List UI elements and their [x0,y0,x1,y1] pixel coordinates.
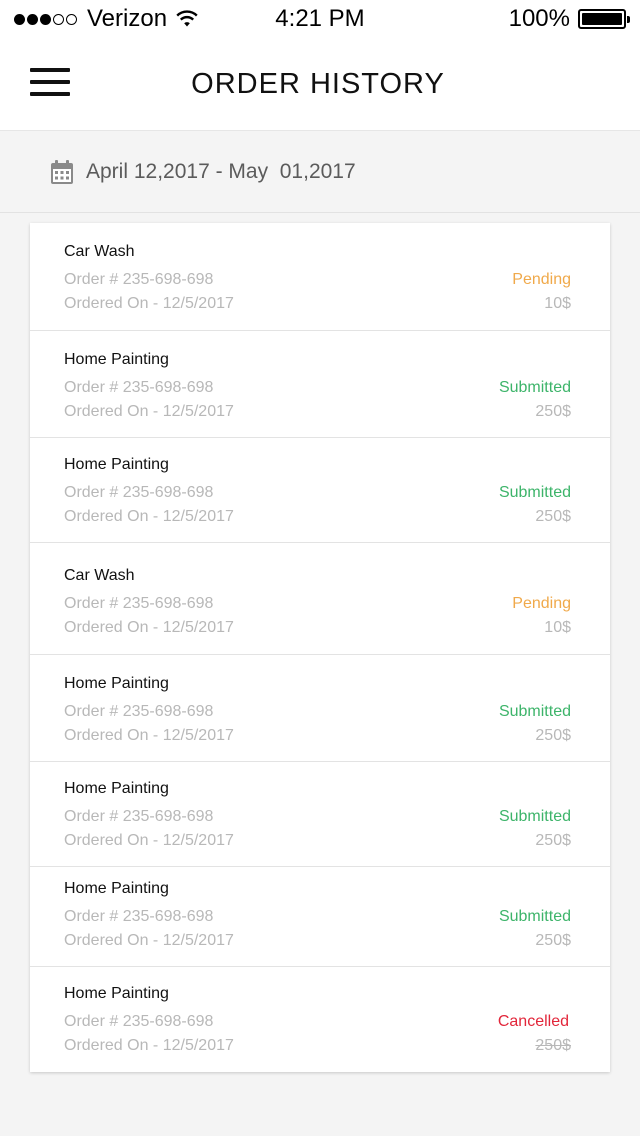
order-row[interactable]: Home Painting Order # 235-698-698 Ordere… [30,762,610,867]
order-date: Ordered On - 12/5/2017 [64,295,234,312]
date-range-text: April 12,2017 - May 01,2017 [86,160,356,183]
date-range-filter[interactable]: April 12,2017 - May 01,2017 [0,132,640,213]
order-price: 10$ [544,295,571,312]
calendar-icon [51,160,73,184]
order-service-name: Home Painting [64,456,169,473]
order-status: Submitted [498,379,571,396]
order-date: Ordered On - 12/5/2017 [64,403,234,420]
order-row[interactable]: Home Painting Order # 235-698-698 Ordere… [30,967,610,1072]
order-status: Pending [512,595,571,612]
order-date: Ordered On - 12/5/2017 [64,619,234,636]
order-price: 250$ [535,932,571,949]
order-row[interactable]: Car Wash Order # 235-698-698 Ordered On … [30,223,610,331]
order-service-name: Car Wash [64,567,135,584]
status-bar-right: 100% [508,5,630,33]
battery-icon [578,9,630,29]
order-number: Order # 235-698-698 [64,808,214,825]
battery-percentage: 100% [508,5,570,32]
order-date: Ordered On - 12/5/2017 [64,932,234,949]
order-price: 250$ [535,832,571,849]
order-list: Car Wash Order # 235-698-698 Ordered On … [30,223,610,1072]
order-status: Cancelled [497,1013,569,1030]
order-status: Submitted [498,808,571,825]
app-header: ORDER HISTORY [0,40,640,131]
order-price: 250$ [535,508,571,525]
order-row[interactable]: Home Painting Order # 235-698-698 Ordere… [30,655,610,762]
order-number: Order # 235-698-698 [64,379,214,396]
order-number: Order # 235-698-698 [64,1013,214,1030]
order-price: 250$ [535,1037,571,1054]
order-service-name: Home Painting [64,351,169,368]
order-number: Order # 235-698-698 [64,595,214,612]
order-row[interactable]: Home Painting Order # 235-698-698 Ordere… [30,867,610,967]
order-date: Ordered On - 12/5/2017 [64,832,234,849]
order-number: Order # 235-698-698 [64,703,214,720]
order-price: 250$ [535,403,571,420]
order-service-name: Home Painting [64,675,169,692]
order-row[interactable]: Home Painting Order # 235-698-698 Ordere… [30,331,610,438]
order-status: Submitted [498,703,571,720]
order-number: Order # 235-698-698 [64,484,214,501]
order-service-name: Car Wash [64,243,135,260]
order-price: 10$ [544,619,571,636]
order-status: Submitted [498,484,571,501]
order-status: Pending [512,271,571,288]
page-title: ORDER HISTORY [191,68,445,100]
order-service-name: Home Painting [64,880,169,897]
order-date: Ordered On - 12/5/2017 [64,508,234,525]
order-service-name: Home Painting [64,780,169,797]
order-price: 250$ [535,727,571,744]
order-row[interactable]: Home Painting Order # 235-698-698 Ordere… [30,438,610,543]
order-date: Ordered On - 12/5/2017 [64,1037,234,1054]
order-status: Submitted [498,908,571,925]
order-number: Order # 235-698-698 [64,908,214,925]
order-number: Order # 235-698-698 [64,271,214,288]
order-service-name: Home Painting [64,985,169,1002]
status-bar: Verizon 4:21 PM 100% [0,0,640,40]
order-row[interactable]: Car Wash Order # 235-698-698 Ordered On … [30,543,610,655]
order-date: Ordered On - 12/5/2017 [64,727,234,744]
